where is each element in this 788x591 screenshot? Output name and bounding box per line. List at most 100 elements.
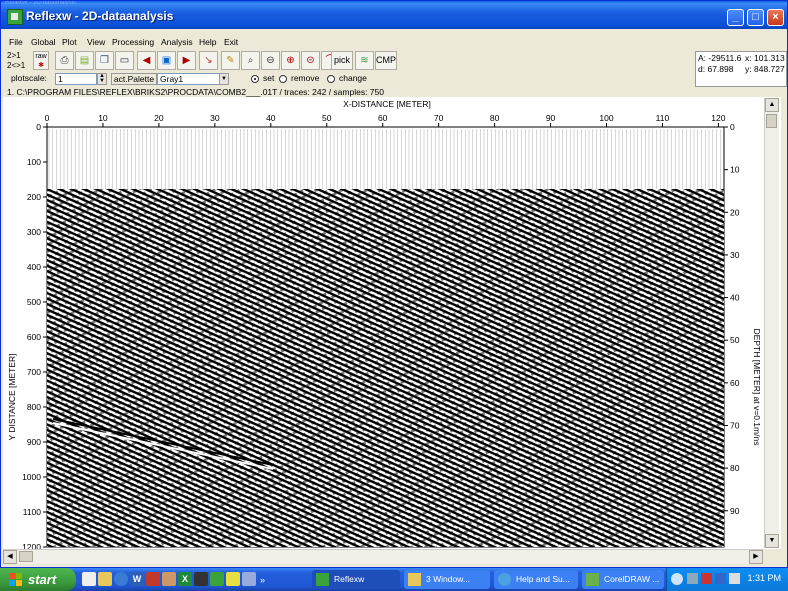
window-icon[interactable]: ▭ [115,51,134,70]
x-tick-label: 40 [266,113,276,123]
menu-help[interactable]: Help [199,37,216,47]
ghost-title: ReflexW - 2D-dataanalysis [5,1,77,6]
copy-icon[interactable]: ❐ [95,51,114,70]
y-tick-label: 100 [27,157,41,167]
tray-arrow-icon[interactable] [671,573,683,585]
arrow-left-icon[interactable]: ◀ [137,51,156,70]
x-tick-label: 10 [98,113,108,123]
network-icon[interactable] [687,573,698,584]
title-bar[interactable]: ReflexW - 2D-dataanalysis Reflexw - 2D-d… [1,1,787,29]
zoom-out-icon[interactable]: ⊖ [261,51,280,70]
layers-icon[interactable]: ≋ [355,51,374,70]
maximize-button[interactable]: □ [747,9,764,26]
connection-icon[interactable] [715,573,726,584]
word-icon[interactable]: W [130,572,144,586]
reflexw-quick-icon[interactable] [210,572,224,586]
scroll-left-icon[interactable]: ◀ [3,550,17,564]
x-label: x: [745,53,752,63]
arrow-right-icon[interactable]: ▶ [177,51,196,70]
vertical-scroll-thumb[interactable] [766,114,777,128]
ie-icon[interactable] [114,572,128,586]
x-tick-labels: 0 10 20 30 40 50 60 70 80 90 100 110 120 [45,113,726,127]
app-icon-1[interactable] [194,572,208,586]
change-radio[interactable] [327,75,335,83]
chevron-down-icon[interactable]: ▼ [219,73,229,85]
zoom-minus-icon[interactable]: ⊝ [301,51,320,70]
toggle-2-1[interactable]: 2>1 [7,51,21,60]
folder-icon[interactable] [98,572,112,586]
start-button[interactable]: start [0,568,76,591]
app-icon[interactable] [7,9,23,25]
right-tick-label: 90 [730,506,740,516]
plot-area[interactable]: X-DISTANCE [METER] 0 10 20 30 40 50 60 70 80 90 10… [3,97,781,549]
y-tick-label: 1000 [22,472,41,482]
a-label: A: [698,53,707,63]
scroll-up-icon[interactable]: ▲ [765,98,779,112]
clock[interactable]: 1:31 PM [747,573,781,583]
outlook-icon[interactable] [162,572,176,586]
minimize-button[interactable]: _ [727,9,744,26]
scroll-right-icon[interactable]: ▶ [749,550,763,564]
reflection-data-overlay [47,189,724,547]
frame-icon[interactable]: ▣ [157,51,176,70]
access-icon[interactable] [146,572,160,586]
print-icon[interactable]: ⎙ [55,51,74,70]
reflexw-icon [316,573,329,586]
task-windows[interactable]: 3 Window... [404,570,490,589]
security-icon[interactable] [701,573,712,584]
y-axis-title: Y DISTANCE [METER] [7,353,17,440]
status-readout: A: -29511.6 x: 101.313 d: 67.898 y: 848.… [695,51,787,87]
right-tick-label: 50 [730,335,740,345]
y-value: 848.727 [754,64,785,74]
excel-icon[interactable]: X [178,572,192,586]
right-tick-label: 0 [730,122,735,132]
x-tick-label: 60 [378,113,388,123]
desktop-icon[interactable] [82,572,96,586]
x-tick-label: 30 [210,113,220,123]
app-icon-2[interactable] [226,572,240,586]
y-tick-label: 0 [36,122,41,132]
pick-button[interactable]: pick [331,51,353,70]
task-coreldraw[interactable]: CorelDRAW ... [582,570,664,589]
zoom-plus-icon[interactable]: ⊕ [281,51,300,70]
quicklaunch-more-icon[interactable]: » [260,575,265,585]
menu-view[interactable]: View [87,37,105,47]
radargram-plot[interactable]: X-DISTANCE [METER] 0 10 20 30 40 50 60 70 80 90 10… [3,97,763,549]
horizontal-scrollbar[interactable]: ◀ ▶ [3,549,763,564]
zoom-icon[interactable]: ⌕ [241,51,260,70]
menu-file[interactable]: File [9,37,23,47]
cmp-button[interactable]: CMP [375,51,397,70]
vertical-scrollbar[interactable]: ▲ ▼ [764,98,779,548]
plotscale-spinner[interactable]: ▲ ▼ [97,73,107,85]
menu-exit[interactable]: Exit [224,37,238,47]
scroll-down-icon[interactable]: ▼ [765,534,779,548]
coreldraw-icon [586,573,599,586]
app-icon-3[interactable] [242,572,256,586]
menu-plot[interactable]: Plot [62,37,77,47]
task-help[interactable]: Help and Su... [494,570,578,589]
plotscale-input[interactable]: 1 [55,73,97,85]
system-tray: 1:31 PM [666,568,788,591]
close-button[interactable]: × [767,9,784,26]
toggle-2-1-alt[interactable]: 2<>1 [7,61,25,70]
remove-radio[interactable] [279,75,287,83]
y-tick-labels: 0 100 200 300 400 500 600 700 800 900 1000 1100 1200 [22,122,47,549]
y-tick-label: 300 [27,227,41,237]
raw-button[interactable]: raw ✱ [33,51,49,70]
curve-icon[interactable]: ↘ [199,51,218,70]
task-reflexw[interactable]: Reflexw [312,570,400,589]
right-tick-label: 80 [730,463,740,473]
set-radio[interactable] [251,75,259,83]
open-file-icon[interactable]: ▤ [75,51,94,70]
menu-analysis[interactable]: Analysis [161,37,193,47]
wand-icon[interactable]: ✎ [221,51,240,70]
volume-icon[interactable] [729,573,740,584]
menu-processing[interactable]: Processing [112,37,154,47]
horizontal-scroll-thumb[interactable] [19,551,33,562]
right-tick-label: 30 [730,250,740,260]
palette-select[interactable]: Gray1 [157,73,227,85]
x-tick-label: 120 [711,113,725,123]
menu-global[interactable]: Global [31,37,56,47]
palette-button[interactable]: act.Palette [111,73,157,85]
task-reflexw-label: Reflexw [334,574,365,584]
